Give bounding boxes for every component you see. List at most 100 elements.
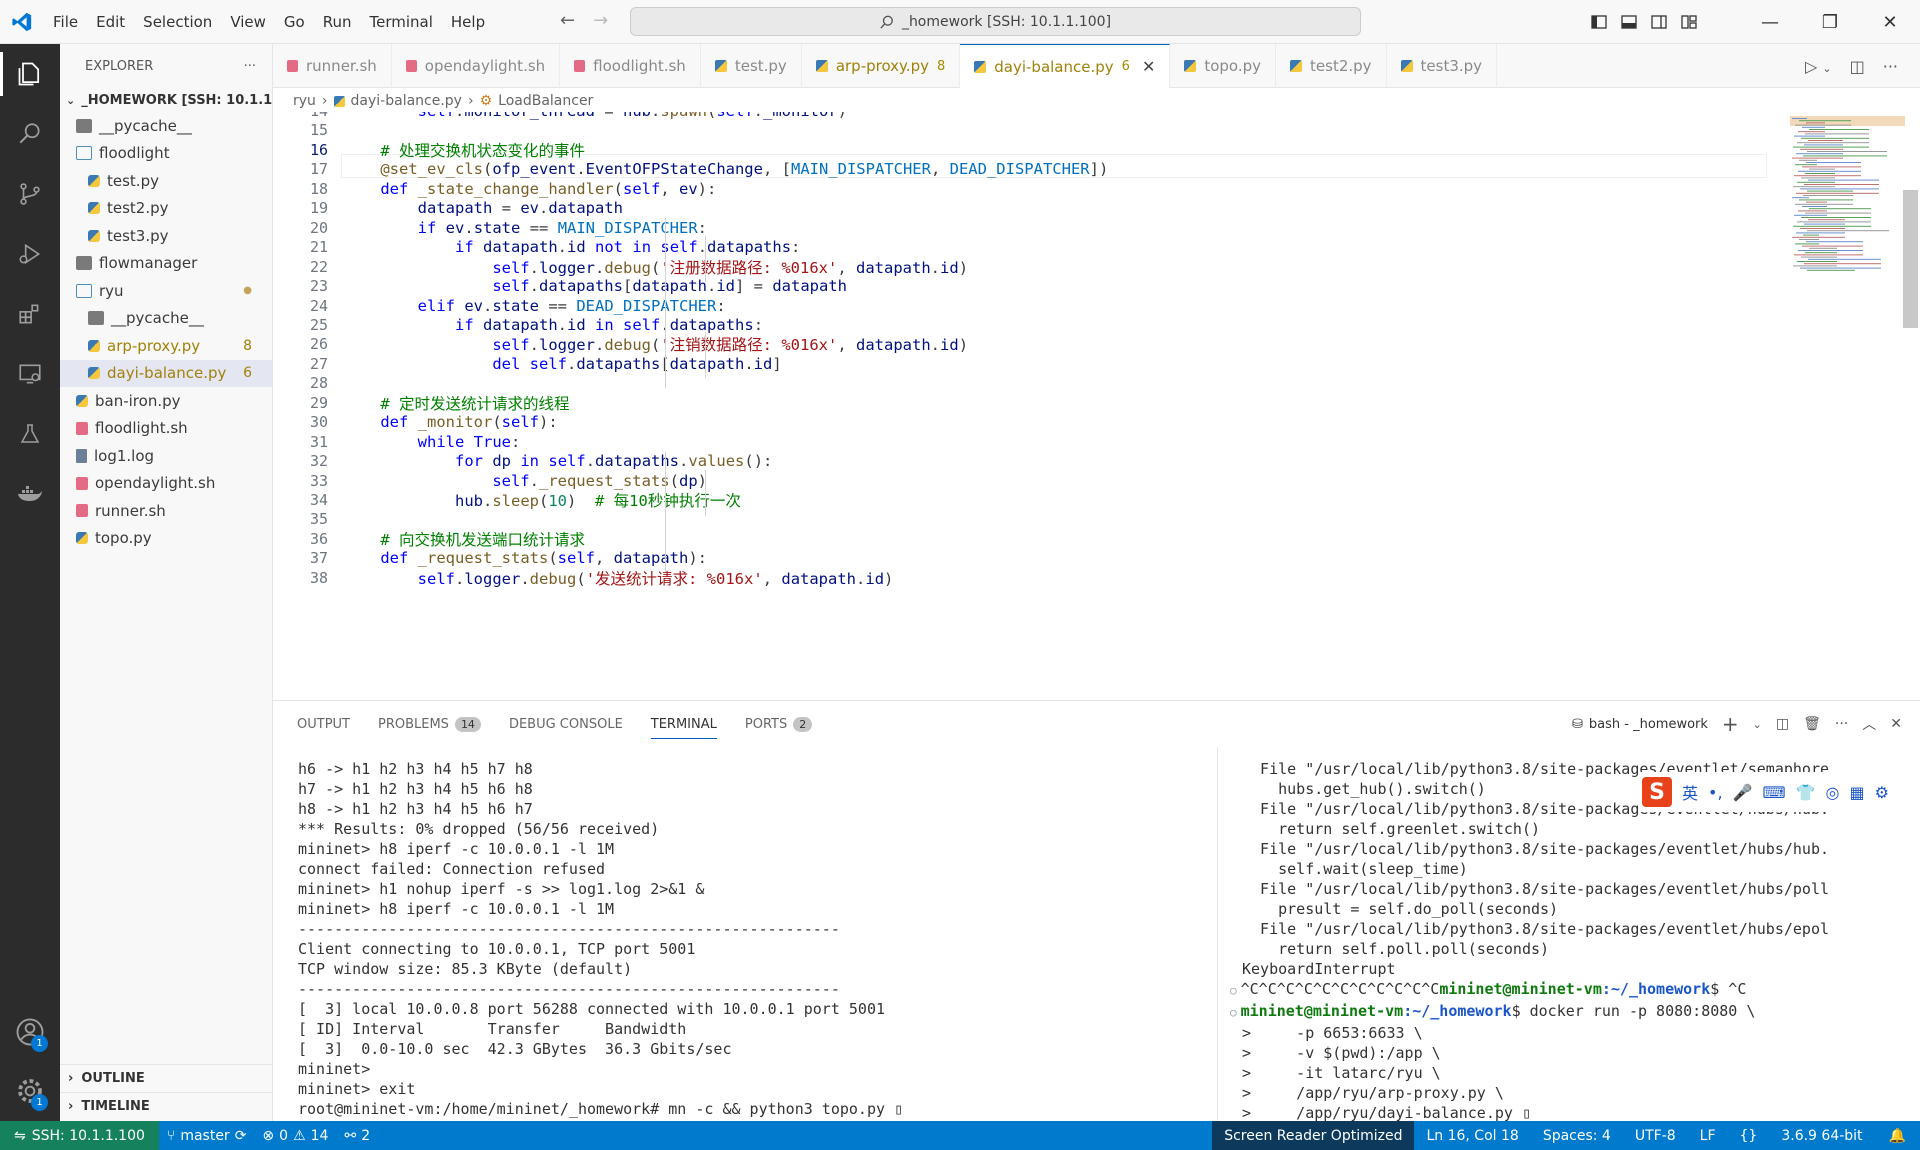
toolbox-icon[interactable]: ▦	[1849, 783, 1864, 802]
customize-layout-icon[interactable]	[1674, 0, 1704, 44]
editor-tab[interactable]: runner.sh	[273, 44, 392, 88]
editor-tab[interactable]: dayi-balance.py 6 ✕	[960, 44, 1171, 88]
close-panel-icon[interactable]: ✕	[1890, 716, 1902, 732]
trash-icon[interactable]: 🗑	[1803, 716, 1821, 732]
editor-scrollbar[interactable]	[1903, 190, 1918, 328]
panel-tab[interactable]: PROBLEMS 14	[378, 701, 497, 747]
microphone-icon[interactable]: 🎤	[1733, 783, 1753, 802]
panel-tab[interactable]: DEBUG CONSOLE	[509, 701, 639, 747]
ports-indicator[interactable]: ⚯ 2	[336, 1121, 378, 1150]
more-actions-icon[interactable]: ···	[1835, 716, 1848, 732]
terminal-instance[interactable]: ⛁ bash - _homework	[1572, 717, 1708, 732]
maximize-button[interactable]: ❐	[1800, 0, 1860, 44]
panel-tab[interactable]: TERMINAL	[650, 701, 733, 747]
explorer-item[interactable]: floodlight.sh	[60, 415, 272, 443]
command-center-search[interactable]: _homework [SSH: 10.1.1.100]	[630, 7, 1361, 36]
search-icon[interactable]	[0, 104, 60, 164]
breadcrumb-file[interactable]: dayi-balance.py	[351, 93, 462, 109]
menu-selection[interactable]: Selection	[134, 13, 221, 31]
menu-edit[interactable]: Edit	[87, 13, 134, 31]
terminal-decoration-icon[interactable]: ○	[1230, 984, 1237, 997]
menu-terminal[interactable]: Terminal	[361, 13, 442, 31]
manage-gear-icon[interactable]: 1	[0, 1061, 60, 1121]
editor-tab[interactable]: arp-proxy.py 8	[802, 44, 961, 88]
testing-flask-icon[interactable]	[0, 404, 60, 464]
eol[interactable]: LF	[1688, 1121, 1728, 1150]
panel-tab[interactable]: OUTPUT	[297, 701, 366, 747]
explorer-item[interactable]: ryu ●	[60, 277, 272, 305]
accounts-icon[interactable]: 1	[0, 1002, 60, 1062]
timeline-section[interactable]: › TIMELINE	[60, 1092, 273, 1120]
close-window-button[interactable]: ✕	[1860, 0, 1920, 44]
python-interpreter[interactable]: 3.6.9 64-bit	[1769, 1121, 1874, 1150]
keyboard-icon[interactable]: ⌨	[1762, 783, 1785, 802]
code-editor[interactable]: 14 self.monitor_thread = hub.spawn(self.…	[273, 112, 1920, 700]
new-terminal-icon[interactable]: +	[1722, 712, 1739, 736]
sogou-logo-icon[interactable]: S	[1642, 777, 1672, 807]
terminal-left[interactable]: h6 -> h1 h2 h3 h4 h5 h7 h8 h7 -> h1 h2 h3…	[298, 759, 1213, 1119]
explorer-item[interactable]: __pycache__	[60, 305, 272, 333]
more-actions-icon[interactable]: ···	[244, 59, 256, 74]
settings-gear-icon[interactable]: ⚙	[1875, 783, 1889, 802]
split-editor-icon[interactable]: ◫	[1850, 57, 1865, 76]
language-mode[interactable]: {}	[1728, 1121, 1770, 1150]
toggle-primary-sidebar-icon[interactable]	[1584, 0, 1614, 44]
more-actions-icon[interactable]: ···	[1883, 57, 1898, 76]
editor-tab[interactable]: test2.py	[1276, 44, 1387, 88]
menu-go[interactable]: Go	[275, 13, 314, 31]
outline-section[interactable]: › OUTLINE	[60, 1064, 273, 1092]
explorer-item[interactable]: test.py	[60, 167, 272, 195]
explorer-item[interactable]: log1.log	[60, 442, 272, 470]
maximize-panel-icon[interactable]: ︿	[1862, 714, 1876, 734]
editor-tab[interactable]: test.py	[701, 44, 802, 88]
explorer-item[interactable]: floodlight	[60, 140, 272, 168]
explorer-item[interactable]: ban-iron.py	[60, 387, 272, 415]
minimize-button[interactable]: —	[1740, 0, 1800, 44]
skin-icon[interactable]: 👕	[1796, 783, 1816, 802]
menu-view[interactable]: View	[221, 13, 275, 31]
source-control-icon[interactable]	[0, 164, 60, 224]
editor-tab[interactable]: topo.py	[1170, 44, 1277, 88]
run-python-file-icon[interactable]: ▷ ⌄	[1805, 57, 1832, 76]
explorer-item[interactable]: arp-proxy.py 8	[60, 332, 272, 360]
chevron-down-icon[interactable]: ⌄	[1753, 718, 1762, 731]
remote-explorer-icon[interactable]	[0, 344, 60, 404]
back-arrow-icon[interactable]: ←	[560, 10, 575, 31]
gamepad-icon[interactable]: ◎	[1825, 783, 1839, 802]
ime-language[interactable]: 英	[1682, 780, 1698, 804]
problems-indicator[interactable]: ⊗ 0 ⚠ 14	[254, 1121, 336, 1150]
menu-help[interactable]: Help	[442, 13, 494, 31]
workspace-root[interactable]: ⌄ _HOMEWORK [SSH: 10.1.1...	[60, 88, 272, 112]
split-terminal-icon[interactable]: ◫	[1776, 716, 1789, 732]
forward-arrow-icon[interactable]: →	[593, 10, 608, 31]
docker-icon[interactable]	[0, 464, 60, 524]
cursor-position[interactable]: Ln 16, Col 18	[1414, 1121, 1530, 1150]
explorer-item[interactable]: flowmanager	[60, 250, 272, 278]
encoding[interactable]: UTF-8	[1623, 1121, 1688, 1150]
run-debug-icon[interactable]	[0, 224, 60, 284]
explorer-item[interactable]: dayi-balance.py 6	[60, 359, 272, 387]
explorer-item[interactable]: topo.py	[60, 525, 272, 553]
explorer-item[interactable]: __pycache__	[60, 112, 272, 140]
breadcrumb-symbol[interactable]: LoadBalancer	[498, 93, 593, 109]
explorer-icon[interactable]	[0, 44, 60, 104]
editor-tab[interactable]: test3.py	[1387, 44, 1498, 88]
panel-tab[interactable]: PORTS 2	[745, 701, 828, 747]
toggle-secondary-sidebar-icon[interactable]	[1644, 0, 1674, 44]
screen-reader-indicator[interactable]: Screen Reader Optimized	[1212, 1121, 1415, 1150]
menu-file[interactable]: File	[44, 13, 87, 31]
extensions-icon[interactable]	[0, 284, 60, 344]
toggle-panel-icon[interactable]	[1614, 0, 1644, 44]
menu-run[interactable]: Run	[314, 13, 361, 31]
notifications-bell-icon[interactable]: 🔔	[1875, 1121, 1920, 1150]
minimap[interactable]	[1790, 116, 1905, 276]
explorer-item[interactable]: runner.sh	[60, 497, 272, 525]
remote-indicator[interactable]: ⇋ SSH: 10.1.1.100	[0, 1121, 159, 1150]
branch-indicator[interactable]: ⑂ master ⟳	[159, 1121, 255, 1150]
editor-tab[interactable]: floodlight.sh	[560, 44, 701, 88]
ime-punctuation[interactable]: •,	[1708, 783, 1723, 802]
terminal-decoration-icon[interactable]: ○	[1230, 1006, 1237, 1019]
editor-tab[interactable]: opendaylight.sh	[392, 44, 561, 88]
explorer-item[interactable]: opendaylight.sh	[60, 470, 272, 498]
close-tab-icon[interactable]: ✕	[1142, 57, 1155, 76]
